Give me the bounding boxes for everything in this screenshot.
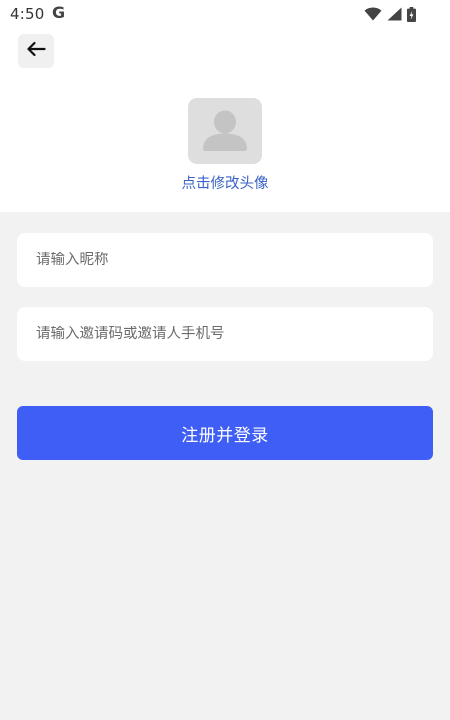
status-bar: 4:50 G (0, 0, 450, 28)
status-time: 4:50 (10, 5, 45, 23)
back-button[interactable] (18, 34, 54, 68)
battery-icon (407, 6, 416, 22)
change-avatar-link[interactable]: 点击修改头像 (0, 172, 450, 193)
nickname-field[interactable] (17, 233, 433, 287)
invite-field[interactable] (17, 307, 433, 361)
status-icons (364, 6, 416, 22)
nickname-input[interactable] (36, 252, 414, 268)
register-login-button[interactable]: 注册并登录 (17, 406, 433, 460)
signal-icon (387, 7, 402, 21)
invite-code-input[interactable] (36, 326, 414, 342)
arrow-left-icon (26, 41, 46, 61)
avatar[interactable] (188, 98, 262, 164)
user-silhouette-icon (199, 105, 251, 157)
wifi-icon (364, 7, 382, 21)
google-icon: G (52, 3, 66, 22)
